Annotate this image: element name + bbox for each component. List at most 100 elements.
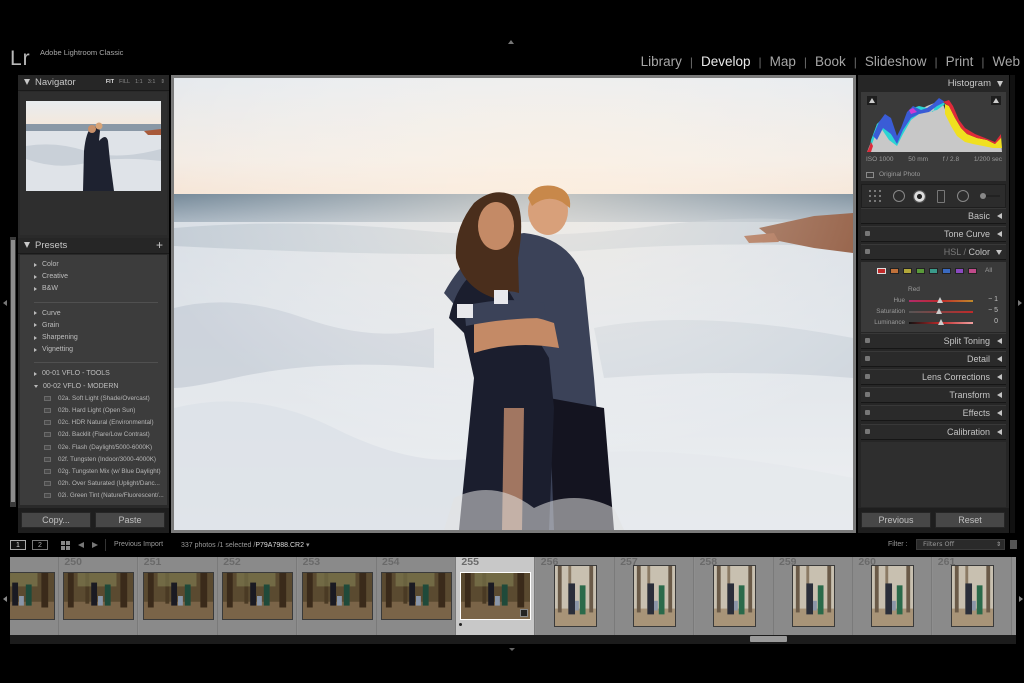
- back-arrow-icon[interactable]: [78, 542, 84, 548]
- graduated-filter-icon[interactable]: [937, 190, 945, 203]
- panel-switch-icon[interactable]: [865, 231, 870, 236]
- panel-switch-icon[interactable]: [865, 338, 870, 343]
- previous-button[interactable]: Previous: [861, 512, 931, 528]
- filmstrip-right-arrow[interactable]: [1019, 596, 1023, 602]
- color-swatch[interactable]: [955, 267, 964, 274]
- preset-item[interactable]: 02b. Hard Light (Open Sun): [44, 407, 135, 414]
- forward-arrow-icon[interactable]: [92, 542, 98, 548]
- preset-group-sharpening[interactable]: Sharpening: [34, 334, 78, 341]
- filmstrip-thumbnail[interactable]: 256: [535, 557, 615, 635]
- section-transform[interactable]: Transform: [861, 387, 1006, 403]
- panel-switch-icon[interactable]: [865, 392, 870, 397]
- paste-button[interactable]: Paste: [95, 512, 165, 528]
- filmstrip-thumbnail[interactable]: 250: [59, 557, 139, 635]
- color-swatch[interactable]: [916, 267, 925, 274]
- histogram-header[interactable]: Histogram: [858, 76, 1009, 92]
- color-swatch[interactable]: [890, 267, 899, 274]
- slider-thumb[interactable]: [936, 308, 943, 314]
- filmstrip-thumbnail[interactable]: 253: [297, 557, 377, 635]
- presets-header[interactable]: Presets +: [18, 238, 169, 254]
- radial-filter-icon[interactable]: [957, 190, 969, 202]
- add-preset-icon[interactable]: +: [156, 238, 163, 252]
- filmstrip-left-arrow[interactable]: [3, 596, 7, 602]
- hide-top-panel-arrow[interactable]: [508, 40, 514, 44]
- section-basic[interactable]: Basic: [861, 208, 1006, 224]
- grid-view-icon[interactable]: [61, 541, 70, 550]
- zoom-3-1[interactable]: 3:1: [148, 79, 156, 85]
- filmstrip-thumbnail[interactable]: 261: [932, 557, 1012, 635]
- adjustment-brush-icon[interactable]: [980, 193, 1000, 199]
- hide-left-panel-arrow[interactable]: [3, 300, 7, 306]
- main-window-button[interactable]: 1: [10, 540, 26, 550]
- panel-switch-icon[interactable]: [865, 410, 870, 415]
- hide-filmstrip-arrow[interactable]: [509, 648, 515, 651]
- tab-color[interactable]: Color: [968, 247, 990, 257]
- module-library[interactable]: Library: [641, 54, 682, 69]
- slider-value[interactable]: 0: [994, 318, 998, 325]
- filmstrip-thumbnail[interactable]: 260: [853, 557, 933, 635]
- filmstrip-thumbnail[interactable]: 255: [456, 557, 536, 635]
- zoom-fit[interactable]: FIT: [106, 79, 114, 85]
- color-swatch[interactable]: [929, 267, 938, 274]
- filmstrip-thumbnail[interactable]: 252: [218, 557, 298, 635]
- secondary-window-button[interactable]: 2: [32, 540, 48, 550]
- left-panel-scrollbar-thumb[interactable]: [11, 240, 15, 502]
- filmstrip-scrollbar-thumb[interactable]: [750, 636, 787, 642]
- section-calibration[interactable]: Calibration: [861, 424, 1006, 440]
- section-hsl-color[interactable]: HSL / Color: [861, 244, 1006, 260]
- filmstrip-thumbnail[interactable]: 251: [138, 557, 218, 635]
- slider-value[interactable]: − 5: [988, 307, 998, 314]
- hide-right-panel-arrow[interactable]: [1018, 300, 1022, 306]
- preset-item[interactable]: 02i. Green Tint (Nature/Fluorescent/...: [44, 492, 164, 499]
- slider-thumb[interactable]: [937, 297, 944, 303]
- highlight-clipping-indicator[interactable]: [991, 96, 1001, 105]
- filmstrip-thumbnail[interactable]: 258: [694, 557, 774, 635]
- preset-group-vignetting[interactable]: Vignetting: [34, 346, 73, 353]
- navigator-header[interactable]: Navigator FIT FILL 1:1 3:1 ⇕: [18, 75, 169, 91]
- section-lens-corrections[interactable]: Lens Corrections: [861, 369, 1006, 385]
- right-panel-scrollbar[interactable]: [1010, 75, 1015, 533]
- filter-select[interactable]: Filters Off: [916, 539, 1005, 550]
- panel-switch-icon[interactable]: [865, 374, 870, 379]
- preset-user-folder[interactable]: 00-01 VFLO - TOOLS: [34, 370, 110, 377]
- color-swatch[interactable]: [903, 267, 912, 274]
- zoom-fill[interactable]: FILL: [119, 79, 130, 85]
- module-print[interactable]: Print: [946, 54, 974, 69]
- red-eye-correction-icon[interactable]: [913, 190, 926, 203]
- preset-group-color[interactable]: Color: [34, 261, 59, 268]
- spot-removal-icon[interactable]: [893, 190, 905, 202]
- filmstrip-thumbnail[interactable]: 254: [377, 557, 456, 635]
- zoom-menu-icon[interactable]: ⇕: [160, 79, 165, 85]
- all-colors-button[interactable]: All: [985, 267, 992, 274]
- filter-lock-icon[interactable]: [1010, 540, 1017, 549]
- slider-thumb[interactable]: [938, 319, 944, 325]
- filmstrip-scrollbar[interactable]: [10, 635, 1016, 644]
- color-swatch[interactable]: [877, 267, 886, 274]
- preset-item[interactable]: 02g. Tungsten Mix (w/ Blue Daylight): [44, 468, 161, 475]
- section-tone-curve[interactable]: Tone Curve: [861, 226, 1006, 242]
- copy-button[interactable]: Copy...: [21, 512, 91, 528]
- tab-hsl[interactable]: HSL: [944, 247, 961, 257]
- color-swatch[interactable]: [968, 267, 977, 274]
- main-photo-canvas[interactable]: [174, 78, 853, 530]
- preset-item[interactable]: 02d. Backlit (Flare/Low Contrast): [44, 431, 150, 438]
- reset-button[interactable]: Reset: [935, 512, 1005, 528]
- color-swatch[interactable]: [942, 267, 951, 274]
- module-web[interactable]: Web: [992, 54, 1020, 69]
- navigator-thumbnail[interactable]: [26, 101, 161, 191]
- preset-user-folder[interactable]: 00-02 VFLO - MODERN: [34, 383, 118, 390]
- source-label[interactable]: Previous Import: [114, 541, 163, 548]
- panel-switch-icon[interactable]: [865, 249, 870, 254]
- panel-switch-icon[interactable]: [865, 356, 870, 361]
- section-split-toning[interactable]: Split Toning: [861, 333, 1006, 349]
- preset-group-bw[interactable]: B&W: [34, 285, 58, 292]
- section-effects[interactable]: Effects: [861, 405, 1006, 421]
- preset-item[interactable]: 02a. Soft Light (Shade/Overcast): [44, 395, 150, 402]
- module-develop[interactable]: Develop: [701, 54, 751, 69]
- panel-switch-icon[interactable]: [865, 429, 870, 434]
- preset-item[interactable]: 02f. Tungsten (Indoor/3000-4000K): [44, 456, 156, 463]
- preset-group-grain[interactable]: Grain: [34, 322, 59, 329]
- slider-value[interactable]: − 1: [988, 296, 998, 303]
- filmstrip-thumbnail[interactable]: 249: [10, 557, 59, 635]
- filmstrip-thumbnail[interactable]: 259: [774, 557, 853, 635]
